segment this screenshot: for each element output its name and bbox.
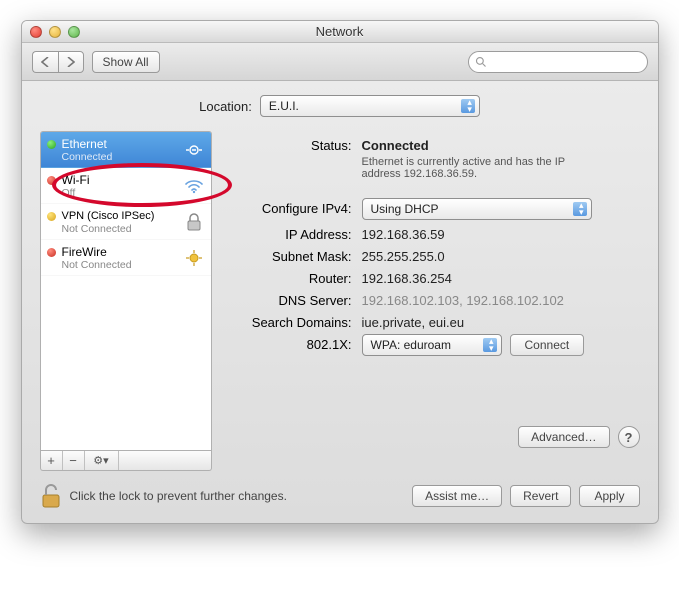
close-icon[interactable] [30,26,42,38]
service-name: FireWire [62,245,177,259]
ip-address-label: IP Address: [234,224,362,242]
chevron-updown-icon: ▴▾ [467,99,472,113]
location-label: Location: [199,99,252,114]
unlock-icon[interactable] [40,483,62,509]
subnet-mask-value: 255.255.255.0 [362,246,640,264]
ethernet-icon [183,142,205,158]
service-status: Not Connected [62,259,177,271]
content-area: Location: E.U.I. ▴▾ Ethernet Connected [22,81,658,523]
service-actions-button[interactable]: ⚙▾ [85,451,119,470]
help-button[interactable]: ? [618,426,640,448]
configure-ipv4-select[interactable]: Using DHCP ▴▾ [362,198,592,220]
toolbar: Show All [22,43,658,81]
lock-row: Click the lock to prevent further change… [40,479,640,509]
location-select[interactable]: E.U.I. ▴▾ [260,95,480,117]
window-title: Network [22,24,658,39]
search-domains-label: Search Domains: [234,312,362,330]
service-list[interactable]: Ethernet Connected Wi-Fi Off [40,131,212,451]
revert-button[interactable]: Revert [510,485,571,507]
minimize-icon[interactable] [49,26,61,38]
add-service-button[interactable]: + [41,451,63,470]
service-status: Not Connected [62,223,177,235]
status-dot-icon [47,140,56,149]
service-status: Off [62,187,177,199]
sidebar-item-ethernet[interactable]: Ethernet Connected [41,132,211,168]
wifi-icon [183,178,205,194]
show-all-button[interactable]: Show All [92,51,160,73]
service-name: VPN (Cisco IPSec) [62,209,177,223]
chevron-right-icon [66,57,75,67]
search-input[interactable] [468,51,648,73]
dns-label: DNS Server: [234,290,362,308]
chevron-updown-icon: ▴▾ [489,338,494,352]
zoom-icon[interactable] [68,26,80,38]
service-details: Status: Connected Ethernet is currently … [212,131,640,471]
search-domains-value: iue.private, eui.eu [362,312,640,330]
nav-segment [32,51,84,73]
sidebar-item-wifi[interactable]: Wi-Fi Off [41,168,211,204]
titlebar: Network [22,21,658,43]
subnet-mask-label: Subnet Mask: [234,246,362,264]
dot1x-label: 802.1X: [234,334,362,352]
sidebar-item-firewire[interactable]: FireWire Not Connected [41,240,211,276]
service-status: Connected [62,151,177,163]
location-row: Location: E.U.I. ▴▾ [40,95,640,117]
router-value: 192.168.36.254 [362,268,640,286]
remove-service-button[interactable]: − [63,451,85,470]
status-dot-icon [47,212,56,221]
network-prefpane-window: Network Show All Location: E.U.I. ▴▾ [21,20,659,524]
status-value: Connected [362,138,640,153]
status-note: Ethernet is currently active and has the… [362,156,602,180]
connect-button[interactable]: Connect [510,334,585,356]
dns-value: 192.168.102.103, 192.168.102.102 [362,290,640,308]
status-dot-icon [47,176,56,185]
service-name: Wi-Fi [62,173,177,187]
chevron-left-icon [41,57,50,67]
service-list-buttons: + − ⚙▾ [40,451,212,471]
location-value: E.U.I. [269,99,299,113]
sidebar-item-vpn[interactable]: VPN (Cisco IPSec) Not Connected [41,204,211,240]
router-label: Router: [234,268,362,286]
assist-me-button[interactable]: Assist me… [412,485,502,507]
traffic-lights [30,26,80,38]
firewire-icon [183,249,205,267]
apply-button[interactable]: Apply [579,485,639,507]
forward-button[interactable] [58,51,84,73]
chevron-updown-icon: ▴▾ [579,202,584,216]
status-dot-icon [47,248,56,257]
lock-icon [183,213,205,231]
back-button[interactable] [32,51,58,73]
dot1x-select[interactable]: WPA: eduroam ▴▾ [362,334,502,356]
advanced-button[interactable]: Advanced… [518,426,609,448]
ip-address-value: 192.168.36.59 [362,224,640,242]
lock-text: Click the lock to prevent further change… [70,489,287,503]
configure-ipv4-label: Configure IPv4: [234,198,362,216]
service-name: Ethernet [62,137,177,151]
status-label: Status: [234,135,362,153]
